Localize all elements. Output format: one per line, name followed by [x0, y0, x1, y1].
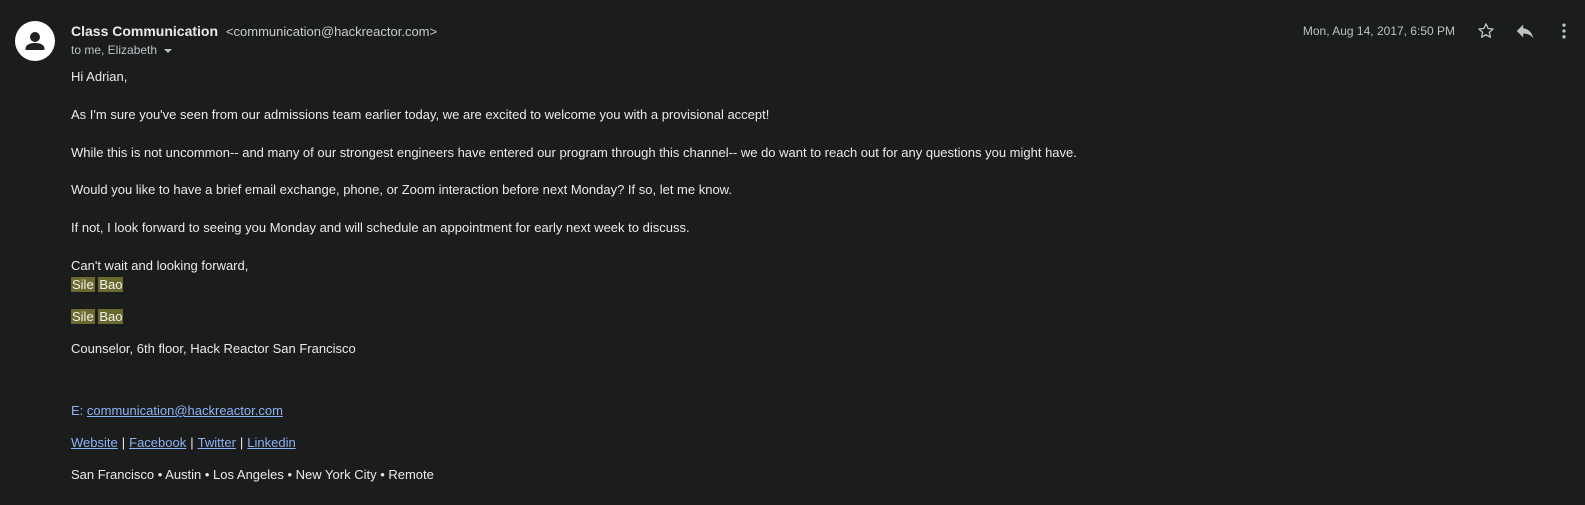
- signature-links: Website | Facebook | Twitter | Linkedin: [71, 434, 296, 452]
- signature-email-link[interactable]: communication@hackreactor.com: [87, 403, 283, 418]
- signature-email-label: E:: [71, 403, 87, 418]
- facebook-link[interactable]: Facebook: [129, 435, 186, 450]
- star-button[interactable]: [1474, 19, 1498, 43]
- sender-name[interactable]: Class Communication: [71, 23, 218, 39]
- link-separator: |: [239, 435, 244, 450]
- more-vert-icon: [1562, 23, 1566, 39]
- closing-line: Can't wait and looking forward,: [71, 258, 249, 273]
- signature-name: Sile Bao: [71, 276, 124, 294]
- reply-button[interactable]: [1513, 19, 1537, 43]
- body-paragraph-3: Would you like to have a brief email exc…: [71, 182, 732, 197]
- reply-icon: [1516, 24, 1534, 39]
- sender-avatar[interactable]: [15, 21, 55, 61]
- twitter-link[interactable]: Twitter: [198, 435, 236, 450]
- recipients-toggle[interactable]: to me, Elizabeth: [71, 42, 173, 58]
- body-paragraph-4: If not, I look forward to seeing you Mon…: [71, 220, 690, 235]
- signature-first-name: Sile: [71, 277, 95, 292]
- signature-name-repeat: Sile Bao: [71, 308, 124, 326]
- message-date: Mon, Aug 14, 2017, 6:50 PM: [1302, 24, 1455, 38]
- recipients-label: to me, Elizabeth: [71, 43, 158, 57]
- website-link[interactable]: Website: [71, 435, 118, 450]
- signature-last-name: Bao: [98, 277, 124, 292]
- body-paragraph-1: As I'm sure you've seen from our admissi…: [71, 107, 770, 122]
- chevron-down-icon: [164, 48, 173, 53]
- link-separator: |: [121, 435, 126, 450]
- signature-title: Counselor, 6th floor, Hack Reactor San F…: [71, 341, 356, 356]
- sender-email: <communication@hackreactor.com>: [225, 24, 438, 39]
- body-paragraph-2: While this is not uncommon-- and many of…: [71, 145, 1077, 160]
- signature-locations: San Francisco • Austin • Los Angeles • N…: [71, 467, 434, 482]
- linkedin-link[interactable]: Linkedin: [247, 435, 295, 450]
- signature-email-line: E: communication@hackreactor.com: [71, 402, 283, 420]
- greeting: Hi Adrian,: [71, 69, 128, 84]
- more-options-button[interactable]: [1552, 19, 1576, 43]
- person-avatar-icon: [25, 32, 45, 50]
- sender-line: Class Communication <communication@hackr…: [71, 22, 437, 41]
- link-separator: |: [190, 435, 194, 450]
- signature-first-name: Sile: [71, 309, 95, 324]
- signature-last-name: Bao: [98, 309, 124, 324]
- star-icon: [1478, 23, 1494, 38]
